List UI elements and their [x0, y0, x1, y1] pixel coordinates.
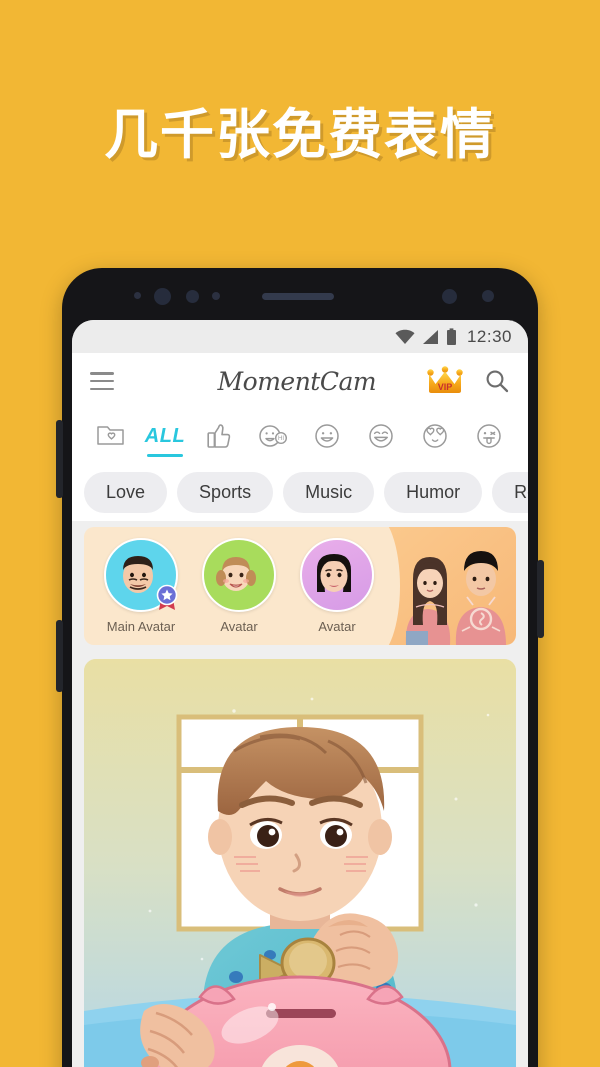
chip-love[interactable]: Love — [84, 471, 168, 513]
avatar-item-3[interactable]: Avatar — [288, 538, 386, 634]
avatar-item-2[interactable]: Avatar — [190, 538, 288, 634]
avatar-circle — [300, 538, 374, 612]
boy-piggy-bank-illustration — [84, 659, 516, 1067]
tab-thumbs-up[interactable] — [192, 409, 246, 463]
tab-tongue-face[interactable] — [462, 409, 516, 463]
status-bar-clock: 12:30 — [466, 326, 512, 346]
status-bar: 12:30 — [72, 320, 528, 353]
face-laughing-icon — [369, 424, 393, 448]
chip-humor[interactable]: Humor — [384, 471, 483, 513]
thumbs-up-icon — [207, 424, 231, 448]
couple-artwork — [378, 527, 516, 645]
chip-sports[interactable]: Sports — [177, 471, 274, 513]
tab-favorites-folder[interactable] — [84, 409, 138, 463]
wifi-icon — [395, 329, 415, 344]
tab-talking-face[interactable]: HI — [246, 409, 300, 463]
power-button[interactable] — [537, 560, 544, 638]
tab-all[interactable]: ALL — [138, 409, 192, 463]
device-viewport: 12:30 MomentCam VIP ALL HI Love Sports M… — [72, 320, 528, 1067]
avatar-face-child — [216, 557, 256, 591]
avatar-label: Main Avatar — [106, 619, 176, 634]
sensor-dot-icon — [442, 289, 457, 304]
app-bar: MomentCam VIP — [72, 353, 528, 409]
vip-crown-icon[interactable]: VIP — [426, 366, 464, 396]
face-tongue-wink-icon — [477, 424, 501, 448]
couple-illustration[interactable] — [378, 527, 516, 645]
avatar-strip: Main Avatar Avatar Avatar — [84, 527, 516, 645]
avatar-face-woman — [317, 554, 351, 592]
featured-emoticon-card[interactable] — [84, 659, 516, 1067]
svg-text:HI: HI — [278, 436, 284, 442]
hamburger-menu-icon[interactable] — [90, 372, 114, 390]
promo-screenshot: 几千张免费表情 12:30 MomentCam VIP ALL HI Love … — [0, 0, 600, 1067]
volume-up-button[interactable] — [56, 420, 63, 498]
sensor-dot-icon — [482, 290, 494, 302]
app-logo: MomentCam — [217, 366, 377, 396]
sensor-dot-icon — [212, 292, 220, 300]
avatar-circle — [202, 538, 276, 612]
front-camera-icon — [154, 288, 171, 305]
phone-top-bezel — [62, 268, 538, 326]
face-heart-eyes-icon — [423, 424, 447, 448]
avatar-circle — [104, 538, 178, 612]
avatar-item-main[interactable]: Main Avatar — [92, 538, 190, 634]
tab-laughing-face[interactable] — [354, 409, 408, 463]
sensor-dot-icon — [186, 290, 199, 303]
signal-icon — [422, 329, 438, 344]
star-badge-icon — [156, 584, 178, 610]
volume-down-button[interactable] — [56, 620, 63, 692]
tab-smile-face[interactable] — [300, 409, 354, 463]
chip-music[interactable]: Music — [283, 471, 375, 513]
face-speech-bubble-icon: HI — [259, 425, 288, 447]
promo-headline: 几千张免费表情 — [104, 103, 496, 166]
avatar-label: Avatar — [318, 619, 356, 634]
avatar-label: Avatar — [220, 619, 258, 634]
phone-frame: 12:30 MomentCam VIP ALL HI Love Sports M… — [56, 268, 544, 1067]
face-smile-icon — [315, 424, 339, 448]
earpiece-speaker — [262, 293, 334, 300]
tab-heart-eyes-face[interactable] — [408, 409, 462, 463]
folder-heart-icon — [97, 426, 124, 445]
category-chip-row: Love Sports Music Humor Rom — [72, 463, 528, 521]
battery-icon — [446, 327, 456, 345]
sensor-dot-icon — [134, 292, 141, 299]
search-icon[interactable] — [484, 368, 510, 394]
icon-tab-bar: ALL HI — [72, 409, 528, 463]
chip-romance[interactable]: Rom — [492, 471, 528, 513]
svg-text:VIP: VIP — [438, 382, 453, 392]
tab-all-label: ALL — [144, 424, 186, 447]
